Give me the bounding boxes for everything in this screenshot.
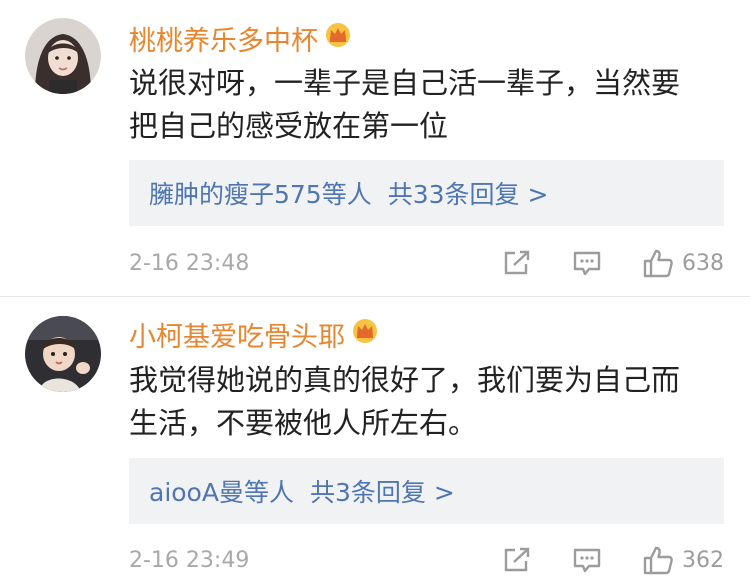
comment-text-line: 把自己的感受放在第一位 <box>129 109 449 143</box>
share-button[interactable] <box>502 546 532 574</box>
reply-users[interactable]: aiooA曼等人 <box>149 473 294 509</box>
comment-button[interactable] <box>572 546 602 574</box>
reply-count-link[interactable]: 共33条回复 > <box>388 175 549 211</box>
like-count: 638 <box>682 250 724 276</box>
timestamp: 2-16 23:48 <box>129 250 250 276</box>
crown-badge-icon <box>324 22 352 55</box>
replies-preview[interactable]: 臃肿的瘦子575等人 共33条回复 > <box>129 160 724 226</box>
reply-users[interactable]: 臃肿的瘦子575等人 <box>149 175 372 211</box>
share-icon <box>504 250 530 275</box>
username-text[interactable]: 桃桃养乐多中杯 <box>129 19 318 58</box>
comment-text: 我觉得她说的真的很好了，我们要为自己而 生活，不要被他人所左右。 <box>129 359 719 445</box>
comment-meta: 2-16 23:48 638 <box>129 243 724 283</box>
like-icon <box>643 546 673 575</box>
share-icon <box>504 547 530 572</box>
reply-count-link[interactable]: 共3条回复 > <box>310 473 455 509</box>
replies-preview[interactable]: aiooA曼等人 共3条回复 > <box>129 458 724 524</box>
share-button[interactable] <box>502 249 532 277</box>
like-count: 362 <box>682 547 724 573</box>
divider <box>0 296 750 297</box>
like-icon <box>643 249 673 278</box>
comment-text-line: 生活，不要被他人所左右。 <box>129 406 478 440</box>
comment-meta: 2-16 23:49 362 <box>129 540 724 580</box>
like-button[interactable]: 638 <box>642 248 724 278</box>
username-text[interactable]: 小柯基爱吃骨头耶 <box>129 315 345 354</box>
crown-badge-icon <box>351 318 379 351</box>
comment-text-line: 我觉得她说的真的很好了，我们要为自己而 <box>129 363 681 397</box>
comment-button[interactable] <box>572 249 602 277</box>
comment-text-line: 说很对呀，一辈子是自己活一辈子，当然要 <box>129 66 681 100</box>
timestamp: 2-16 23:49 <box>129 547 250 573</box>
avatar[interactable] <box>25 18 101 94</box>
comment-icon <box>573 251 601 276</box>
username[interactable]: 桃桃养乐多中杯 <box>129 19 352 58</box>
username[interactable]: 小柯基爱吃骨头耶 <box>129 315 379 354</box>
comment-text: 说很对呀，一辈子是自己活一辈子，当然要 把自己的感受放在第一位 <box>129 62 719 148</box>
avatar[interactable] <box>25 316 101 392</box>
comment-icon <box>573 548 601 573</box>
like-button[interactable]: 362 <box>642 545 724 575</box>
